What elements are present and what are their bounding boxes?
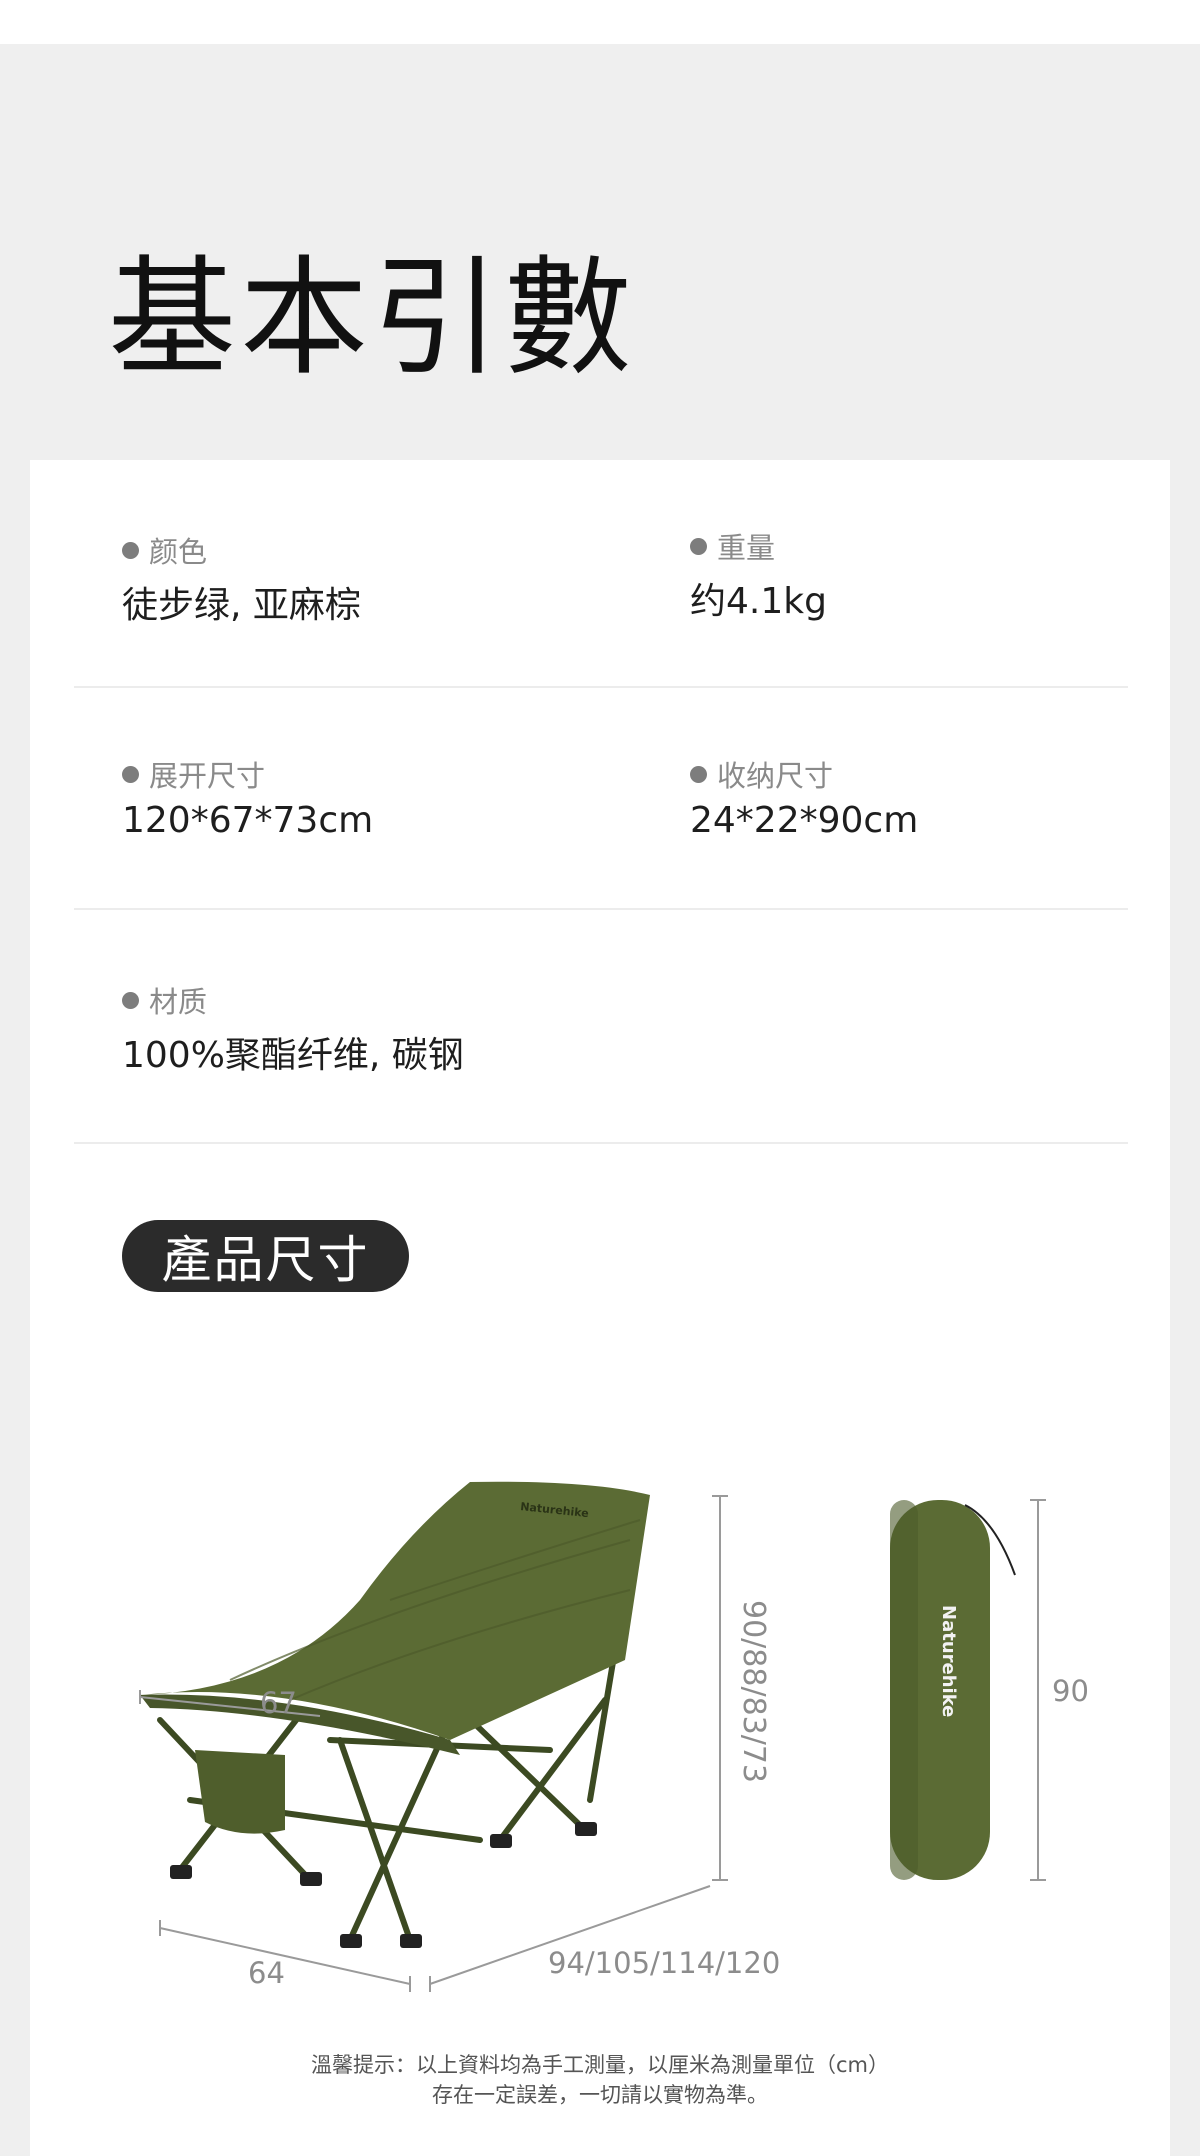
spec-label-text: 材质 [149, 985, 208, 1019]
bullet-icon [690, 537, 707, 555]
section-title-pill: 產品尺寸 [122, 1220, 409, 1292]
divider [74, 908, 1128, 910]
stuff-bag-shade [890, 1500, 918, 1880]
dimension-width: 67 [260, 1686, 297, 1720]
spec-color-value: 徒步绿, 亚麻棕 [122, 585, 361, 626]
spec-packed: 收纳尺寸 24*22*90cm [690, 756, 918, 841]
bullet-icon [122, 765, 139, 783]
dimension-height: 90/88/83/73 [736, 1600, 771, 1784]
spec-unfolded-value: 120*67*73cm [122, 800, 374, 841]
top-strip [0, 0, 1200, 44]
footnote-line-1: 溫馨提示：以上資料均為手工測量，以厘米為測量單位（cm） [311, 2053, 889, 2077]
dimension-bag-height: 90 [1052, 1674, 1089, 1708]
spec-weight: 重量 约4.1kg [690, 528, 827, 624]
product-dimension-diagram: Naturehike Naturehike 67 64 94/105/114/1… [30, 1360, 1170, 2000]
product-illustration: Naturehike Naturehike [139, 1481, 1046, 1992]
spec-packed-value: 24*22*90cm [690, 800, 919, 841]
left-gutter [0, 460, 30, 2156]
divider [74, 686, 1128, 688]
spec-material-label: 材质 [122, 982, 464, 1019]
spec-material-value: 100%聚酯纤维, 碳钢 [122, 1035, 464, 1076]
spec-color: 颜色 徒步绿, 亚麻棕 [122, 532, 361, 628]
spec-label-text: 展开尺寸 [149, 759, 266, 793]
side-pocket [195, 1750, 285, 1834]
spec-packed-label: 收纳尺寸 [690, 756, 918, 793]
dimension-depth: 64 [248, 1956, 285, 1990]
spec-card: 颜色 徒步绿, 亚麻棕 重量 约4.1kg 展开尺寸 120*67*73cm 收… [30, 460, 1170, 2156]
spec-label-text: 收纳尺寸 [717, 759, 834, 793]
bullet-icon [690, 765, 707, 783]
spec-label-text: 颜色 [149, 535, 208, 569]
spec-color-label: 颜色 [122, 532, 361, 569]
bullet-icon [122, 541, 139, 559]
divider [74, 1142, 1128, 1144]
spec-weight-label: 重量 [690, 528, 827, 565]
footnote: 溫馨提示：以上資料均為手工測量，以厘米為測量單位（cm） 存在一定誤差，一切請以… [30, 2050, 1170, 2110]
footnote-line-2: 存在一定誤差，一切請以實物為準。 [432, 2083, 768, 2107]
dimension-length: 94/105/114/120 [548, 1946, 781, 1980]
spec-unfolded: 展开尺寸 120*67*73cm [122, 756, 373, 841]
chair-feet [170, 1822, 597, 1948]
bag-brand-logo: Naturehike [938, 1605, 959, 1717]
right-gutter [1170, 460, 1200, 2156]
spec-weight-value: 约4.1kg [690, 581, 827, 622]
page-title: 基本引數 [108, 244, 637, 393]
spec-label-text: 重量 [717, 531, 776, 565]
spec-unfolded-label: 展开尺寸 [122, 756, 373, 793]
bullet-icon [122, 991, 139, 1009]
spec-material: 材质 100%聚酯纤维, 碳钢 [122, 982, 464, 1078]
